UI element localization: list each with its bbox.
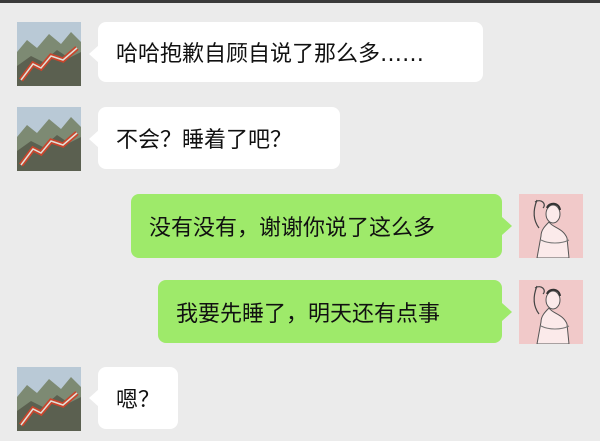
message-bubble[interactable]: 不会？睡着了吧？ xyxy=(98,107,340,169)
mountain-wall-icon[interactable] xyxy=(17,107,81,171)
mountain-wall-icon[interactable] xyxy=(17,22,81,86)
message-bubble[interactable]: 嗯？ xyxy=(98,367,178,429)
message-bubble[interactable]: 哈哈抱歉自顾自说了那么多…… xyxy=(98,22,483,82)
woman-sketch-icon[interactable] xyxy=(519,194,583,258)
top-border xyxy=(0,0,600,3)
message-text: 哈哈抱歉自顾自说了那么多…… xyxy=(116,42,425,67)
message-bubble[interactable]: 我要先睡了，明天还有点事 xyxy=(158,280,502,343)
message-bubble[interactable]: 没有没有，谢谢你说了这么多 xyxy=(131,194,502,258)
message-text: 没有没有，谢谢你说了这么多 xyxy=(149,216,436,241)
message-text: 不会？睡着了吧？ xyxy=(116,128,293,153)
woman-sketch-icon[interactable] xyxy=(519,280,583,344)
message-text: 我要先睡了，明天还有点事 xyxy=(176,301,441,327)
mountain-wall-icon[interactable] xyxy=(17,367,81,431)
message-text: 嗯？ xyxy=(116,388,161,413)
